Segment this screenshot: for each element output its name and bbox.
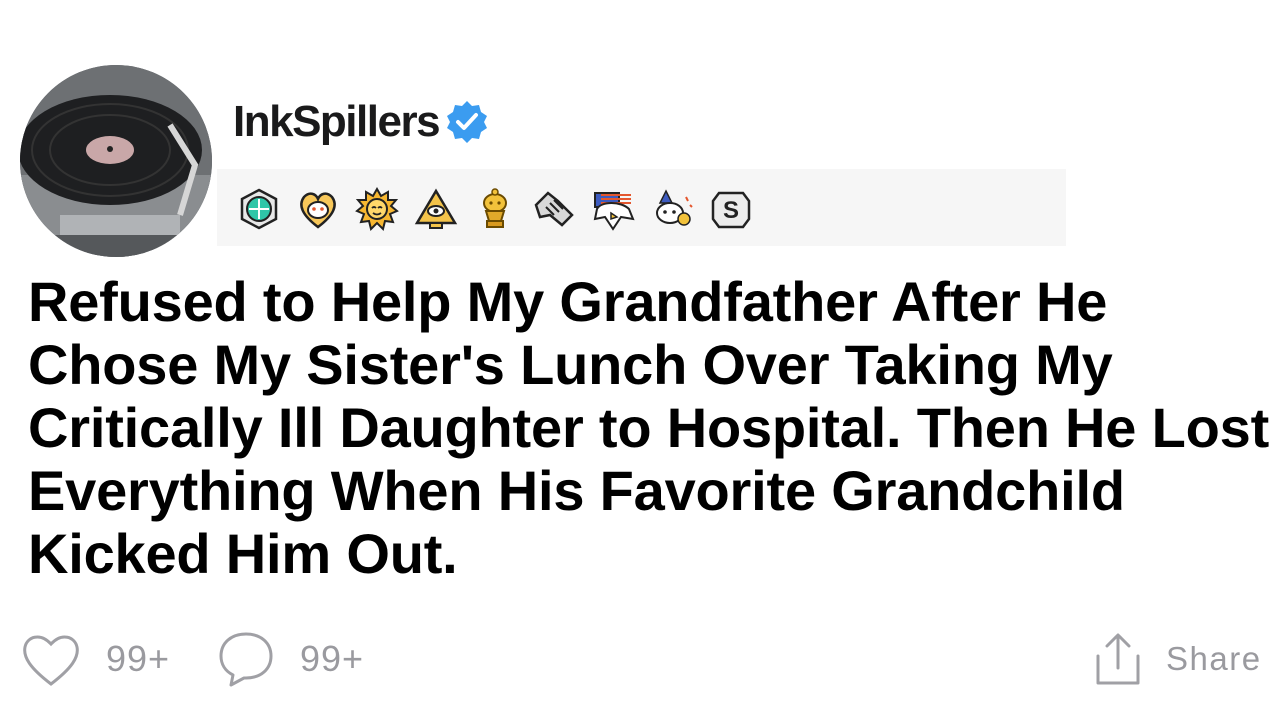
share-button[interactable]: Share xyxy=(1094,628,1262,690)
comment-button[interactable]: 99+ xyxy=(216,628,364,690)
heart-icon xyxy=(23,635,79,686)
action-bar: 99+ 99+ Share xyxy=(20,628,1260,690)
sun-face-award-icon[interactable] xyxy=(354,186,400,232)
like-button[interactable]: 99+ xyxy=(20,628,170,690)
gold-snoo-trophy-award-icon[interactable] xyxy=(472,186,518,232)
pyramid-eye-award-icon[interactable] xyxy=(413,186,459,232)
share-icon xyxy=(1096,633,1140,685)
eagle-flag-award-icon[interactable] xyxy=(590,186,636,232)
avatar[interactable] xyxy=(20,65,212,257)
post-card: InkSpillers S Refused to Help My Grandfa… xyxy=(0,0,1280,720)
username-row: InkSpillers xyxy=(233,92,491,152)
awards-list: S xyxy=(236,183,767,235)
silver-s-award-icon[interactable]: S xyxy=(708,186,754,232)
post-title: Refused to Help My Grandfather After He … xyxy=(28,270,1270,585)
comment-count: 99+ xyxy=(300,638,365,679)
handshake-award-icon[interactable] xyxy=(531,186,577,232)
svg-text:S: S xyxy=(723,197,739,224)
like-count: 99+ xyxy=(106,638,171,679)
turntable-record-icon xyxy=(20,65,212,257)
username[interactable]: InkSpillers xyxy=(233,97,441,147)
verified-badge-icon xyxy=(447,101,488,143)
snoo-party-hat-award-icon[interactable] xyxy=(649,186,695,232)
share-label: Share xyxy=(1166,640,1262,677)
heart-snoo-award-icon[interactable] xyxy=(295,186,341,232)
comment-bubble-icon xyxy=(219,632,273,687)
hex-gem-award-icon[interactable] xyxy=(236,186,282,232)
